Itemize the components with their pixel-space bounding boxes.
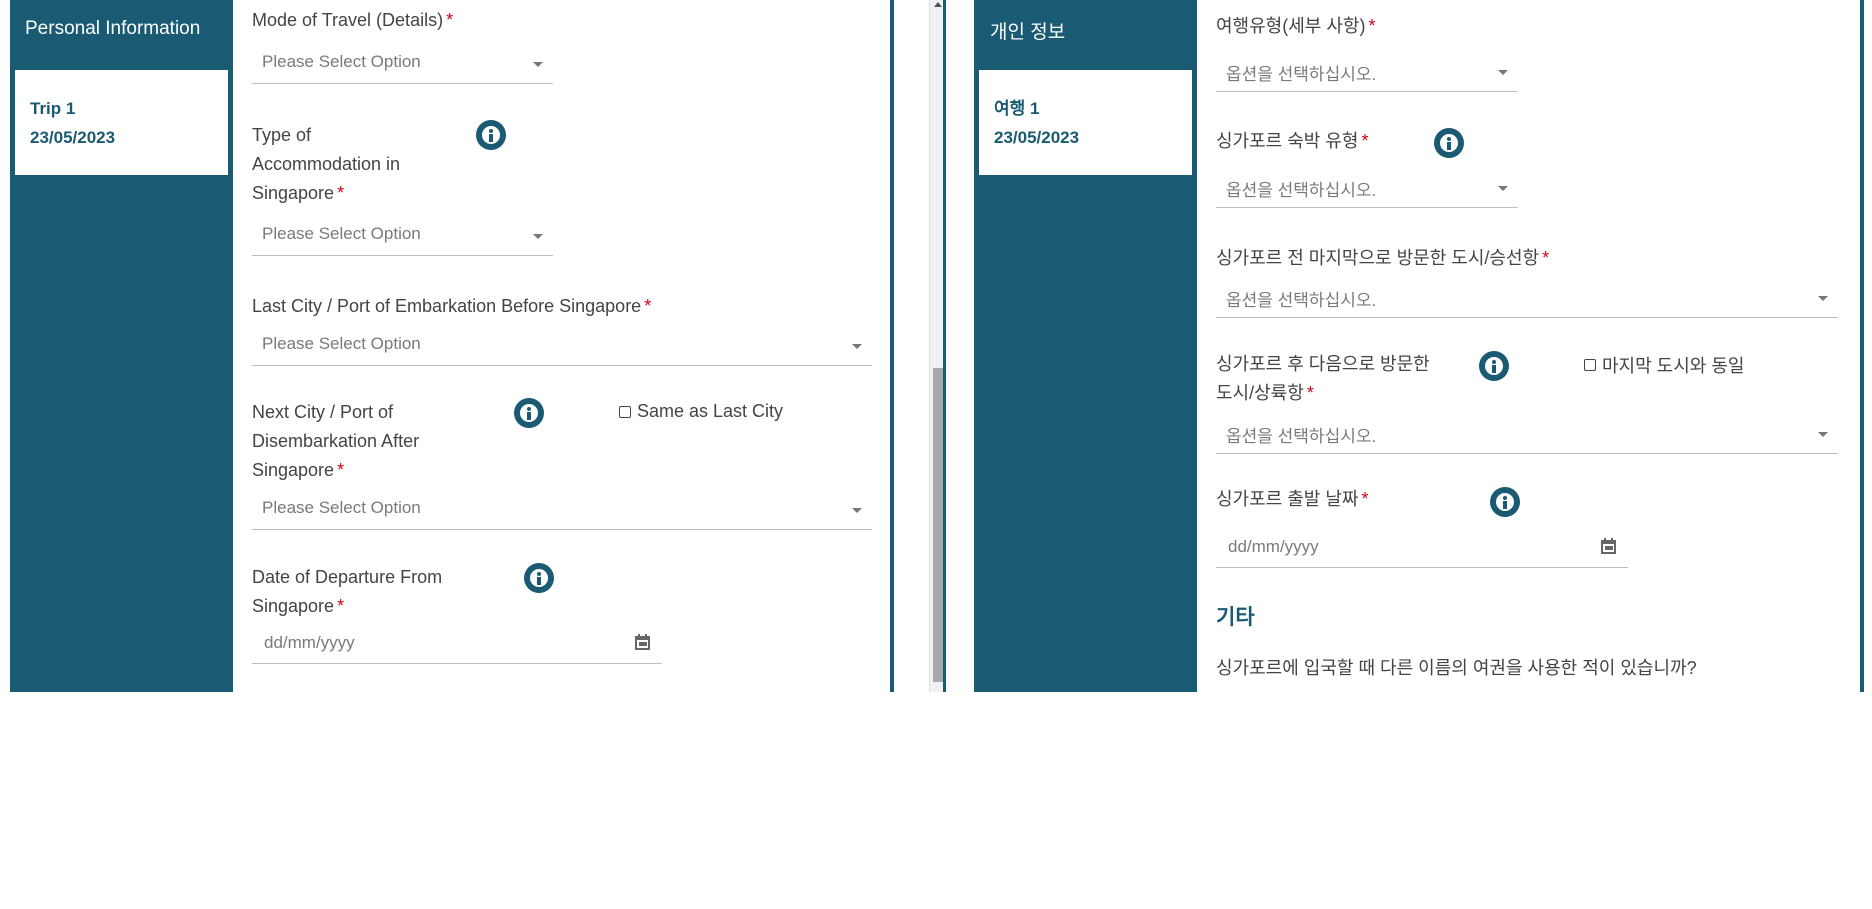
calendar-icon[interactable]	[635, 634, 650, 650]
mode-of-travel-label: Mode of Travel (Details) *	[252, 10, 454, 30]
trip-tab[interactable]: 여행 1 23/05/2023	[979, 70, 1192, 175]
info-icon[interactable]	[524, 563, 554, 593]
sidebar: Personal Information Trip 1 23/05/2023	[10, 0, 233, 692]
sidebar-title: 개인 정보	[990, 22, 1066, 43]
mode-of-travel-select[interactable]: Please Select Option	[252, 48, 553, 84]
mode-of-travel-placeholder: Please Select Option	[262, 52, 421, 71]
trip-date: 23/05/2023	[994, 128, 1080, 147]
next-city-placeholder: Please Select Option	[262, 498, 421, 517]
accommodation-select[interactable]: 옵션을 선택하십시오.	[1216, 172, 1518, 208]
trip-name: 여행 1	[994, 99, 1040, 118]
korean-form-panel: 개인 정보 여행 1 23/05/2023 여행유형(세부 사항) * 옵션을 선…	[974, 0, 1864, 692]
last-city-placeholder: Please Select Option	[262, 334, 421, 353]
next-city-select[interactable]: Please Select Option	[252, 494, 872, 530]
info-icon[interactable]	[476, 120, 506, 150]
accommodation-select[interactable]: Please Select Option	[252, 220, 553, 256]
chevron-down-icon	[533, 62, 543, 67]
same-as-last-city-label: Same as Last City	[637, 401, 784, 421]
info-icon[interactable]	[1490, 487, 1520, 517]
same-as-last-city-checkbox[interactable]: 마지막 도시와 동일	[1584, 352, 1744, 378]
mode-of-travel-label: 여행유형(세부 사항) *	[1216, 16, 1376, 36]
passport-question: 싱가포르에 입국할 때 다른 이름의 여권을 사용한 적이 있습니까?	[1216, 658, 1697, 678]
chevron-down-icon	[1818, 296, 1828, 301]
info-icon[interactable]	[1479, 351, 1509, 381]
chevron-down-icon	[1818, 432, 1828, 437]
accommodation-label: Type of Accommodation in Singapore *	[252, 125, 401, 203]
calendar-icon[interactable]	[1601, 538, 1616, 554]
chevron-down-icon	[852, 508, 862, 513]
checkbox[interactable]	[1584, 359, 1596, 371]
sidebar: 개인 정보 여행 1 23/05/2023	[974, 0, 1197, 692]
panel-border	[1860, 0, 1864, 692]
chevron-down-icon	[1498, 70, 1508, 75]
last-city-placeholder: 옵션을 선택하십시오.	[1226, 291, 1377, 310]
mode-of-travel-select[interactable]: 옵션을 선택하십시오.	[1216, 56, 1518, 92]
panel-border	[890, 0, 894, 692]
scrollbar-thumb[interactable]	[933, 368, 943, 682]
departure-date-placeholder: dd/mm/yyyy	[264, 633, 355, 652]
accommodation-label: 싱가포르 숙박 유형 *	[1216, 131, 1369, 151]
scroll-up-icon[interactable]	[934, 2, 942, 7]
trip-tab[interactable]: Trip 1 23/05/2023	[15, 70, 228, 175]
last-city-label: 싱가포르 전 마지막으로 방문한 도시/승선항 *	[1216, 248, 1550, 268]
chevron-down-icon	[533, 234, 543, 239]
next-city-label: 싱가포르 후 다음으로 방문한 도시/상륙항 *	[1216, 354, 1430, 403]
departure-date-input[interactable]: dd/mm/yyyy	[252, 624, 662, 664]
chevron-down-icon	[852, 344, 862, 349]
section-heading-other: 기타	[1216, 606, 1255, 629]
trip-name: Trip 1	[30, 99, 76, 118]
same-as-last-city-label: 마지막 도시와 동일	[1602, 356, 1745, 376]
next-city-label: Next City / Port of Disembarkation After…	[252, 402, 420, 480]
trip-date: 23/05/2023	[30, 128, 116, 147]
departure-date-input[interactable]: dd/mm/yyyy	[1216, 528, 1628, 568]
last-city-label: Last City / Port of Embarkation Before S…	[252, 296, 652, 316]
info-icon[interactable]	[514, 398, 544, 428]
checkbox[interactable]	[619, 405, 631, 418]
mode-of-travel-placeholder: 옵션을 선택하십시오.	[1226, 65, 1377, 84]
accommodation-placeholder: 옵션을 선택하십시오.	[1226, 181, 1377, 200]
departure-date-label: Date of Departure From Singapore *	[252, 567, 443, 616]
english-form-panel: Personal Information Trip 1 23/05/2023 M…	[10, 0, 894, 692]
sidebar-title: Personal Information	[25, 18, 201, 39]
departure-date-label: 싱가포르 출발 날짜 *	[1216, 489, 1369, 509]
departure-date-placeholder: dd/mm/yyyy	[1228, 537, 1319, 556]
frame-divider	[943, 0, 946, 692]
chevron-down-icon	[1498, 186, 1508, 191]
accommodation-placeholder: Please Select Option	[262, 224, 421, 243]
same-as-last-city-checkbox[interactable]: Same as Last City	[619, 401, 783, 422]
next-city-placeholder: 옵션을 선택하십시오.	[1226, 427, 1377, 446]
next-city-select[interactable]: 옵션을 선택하십시오.	[1216, 418, 1838, 454]
info-icon[interactable]	[1434, 128, 1464, 158]
last-city-select[interactable]: 옵션을 선택하십시오.	[1216, 282, 1838, 318]
last-city-select[interactable]: Please Select Option	[252, 330, 872, 366]
